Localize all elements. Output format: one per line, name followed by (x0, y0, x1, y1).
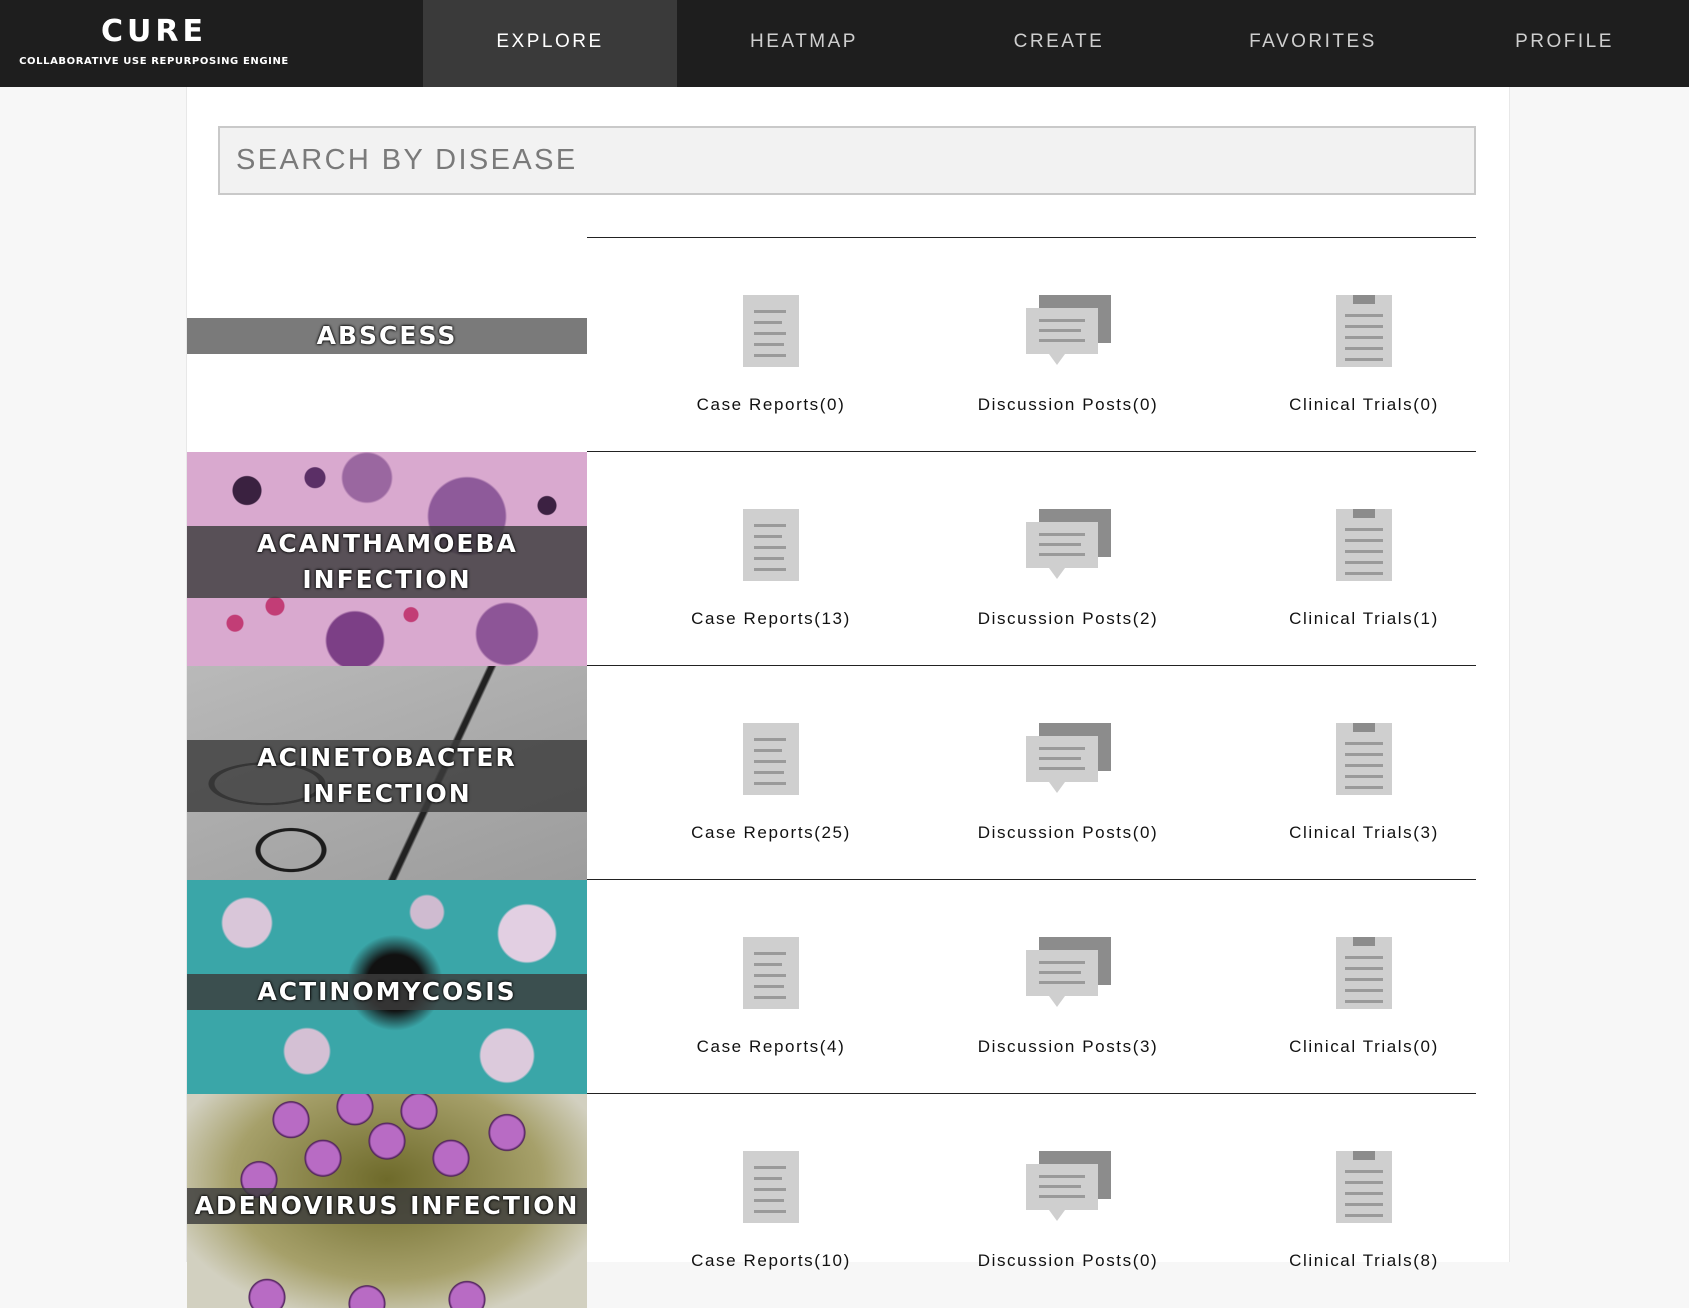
discussion-posts-count: Discussion Posts(0) (977, 823, 1159, 842)
disease-thumbnail[interactable]: ACINETOBACTER INFECTION (187, 666, 587, 880)
case-reports-link[interactable]: Case Reports(0) (623, 238, 919, 452)
disease-row: ACTINOMYCOSIS Case Reports(4) Discussion… (187, 880, 1476, 1094)
disease-row: ACANTHAMOEBA INFECTION Case Reports(13) (187, 452, 1476, 666)
main-panel: ABSCESS Case Reports(0) D (186, 87, 1510, 1308)
clipboard-icon (1336, 937, 1392, 1009)
clinical-trials-link[interactable]: Clinical Trials(0) (1216, 238, 1512, 452)
case-reports-link[interactable]: Case Reports(4) (623, 880, 919, 1094)
discussion-posts-count: Discussion Posts(3) (977, 1037, 1159, 1056)
disease-name-band: ACTINOMYCOSIS (187, 974, 587, 1010)
document-icon (743, 509, 799, 581)
discussion-posts-count: Discussion Posts(0) (977, 395, 1159, 414)
case-reports-count: Case Reports(10) (691, 1251, 851, 1270)
disease-row: ABSCESS Case Reports(0) Discussion Posts… (187, 238, 1476, 452)
case-reports-count: Case Reports(25) (691, 823, 851, 842)
case-reports-count: Case Reports(0) (696, 395, 846, 414)
brand-name: CURE (101, 14, 207, 49)
discussion-posts-link[interactable]: Discussion Posts(0) (920, 1094, 1216, 1308)
clinical-trials-count: Clinical Trials(0) (1289, 395, 1439, 414)
disease-name: ACTINOMYCOSIS (257, 977, 517, 1006)
brand-logo[interactable]: CURE COLLABORATIVE USE REPURPOSING ENGIN… (0, 0, 308, 87)
disease-row: ADENOVIRUS INFECTION Case Reports(10) Di… (187, 1094, 1476, 1308)
tab-explore[interactable]: EXPLORE (423, 0, 677, 87)
clipboard-icon (1336, 723, 1392, 795)
chat-bubbles-icon (1026, 937, 1111, 1007)
disease-thumbnail[interactable]: ACTINOMYCOSIS (187, 880, 587, 1094)
disease-name: ACINETOBACTER INFECTION (257, 743, 517, 808)
disease-thumbnail[interactable]: ABSCESS (187, 238, 587, 452)
tab-heatmap[interactable]: HEATMAP (677, 0, 931, 87)
clinical-trials-link[interactable]: Clinical Trials(1) (1216, 452, 1512, 666)
document-icon (743, 937, 799, 1009)
clipboard-icon (1336, 509, 1392, 581)
tab-create[interactable]: CREATE (932, 0, 1186, 87)
disease-name: ABSCESS (316, 321, 458, 350)
disease-thumbnail[interactable]: ADENOVIRUS INFECTION (187, 1094, 587, 1308)
discussion-posts-link[interactable]: Discussion Posts(3) (920, 880, 1216, 1094)
top-nav: CURE COLLABORATIVE USE REPURPOSING ENGIN… (0, 0, 1689, 87)
discussion-posts-count: Discussion Posts(2) (977, 609, 1159, 628)
tab-favorites[interactable]: FAVORITES (1186, 0, 1440, 87)
disease-row: ACINETOBACTER INFECTION Case Reports(25) (187, 666, 1476, 880)
discussion-posts-link[interactable]: Discussion Posts(2) (920, 452, 1216, 666)
chat-bubbles-icon (1026, 723, 1111, 793)
disease-name-band: ADENOVIRUS INFECTION (187, 1188, 587, 1224)
case-reports-link[interactable]: Case Reports(10) (623, 1094, 919, 1308)
disease-name: ACANTHAMOEBA INFECTION (257, 529, 518, 594)
clipboard-icon (1336, 1151, 1392, 1223)
chat-bubbles-icon (1026, 509, 1111, 579)
clinical-trials-link[interactable]: Clinical Trials(0) (1216, 880, 1512, 1094)
case-reports-link[interactable]: Case Reports(25) (623, 666, 919, 880)
disease-name-band: ACANTHAMOEBA INFECTION (187, 526, 587, 598)
discussion-posts-count: Discussion Posts(0) (977, 1251, 1159, 1270)
discussion-posts-link[interactable]: Discussion Posts(0) (920, 666, 1216, 880)
case-reports-count: Case Reports(4) (696, 1037, 846, 1056)
discussion-posts-link[interactable]: Discussion Posts(0) (920, 238, 1216, 452)
document-icon (743, 723, 799, 795)
clinical-trials-count: Clinical Trials(8) (1289, 1251, 1439, 1270)
disease-search-input[interactable] (218, 126, 1476, 195)
tab-profile[interactable]: PROFILE (1440, 0, 1689, 87)
disease-thumbnail[interactable]: ACANTHAMOEBA INFECTION (187, 452, 587, 666)
chat-bubbles-icon (1026, 295, 1111, 365)
chat-bubbles-icon (1026, 1151, 1111, 1221)
disease-name: ADENOVIRUS INFECTION (194, 1191, 580, 1220)
case-reports-count: Case Reports(13) (691, 609, 851, 628)
document-icon (743, 295, 799, 367)
clinical-trials-link[interactable]: Clinical Trials(3) (1216, 666, 1512, 880)
case-reports-link[interactable]: Case Reports(13) (623, 452, 919, 666)
clinical-trials-count: Clinical Trials(1) (1289, 609, 1439, 628)
brand-tagline: COLLABORATIVE USE REPURPOSING ENGINE (19, 56, 289, 67)
disease-name-band: ABSCESS (187, 318, 587, 354)
clinical-trials-count: Clinical Trials(0) (1289, 1037, 1439, 1056)
clipboard-icon (1336, 295, 1392, 367)
disease-name-band: ACINETOBACTER INFECTION (187, 740, 587, 812)
clinical-trials-count: Clinical Trials(3) (1289, 823, 1439, 842)
clinical-trials-link[interactable]: Clinical Trials(8) (1216, 1094, 1512, 1308)
document-icon (743, 1151, 799, 1223)
